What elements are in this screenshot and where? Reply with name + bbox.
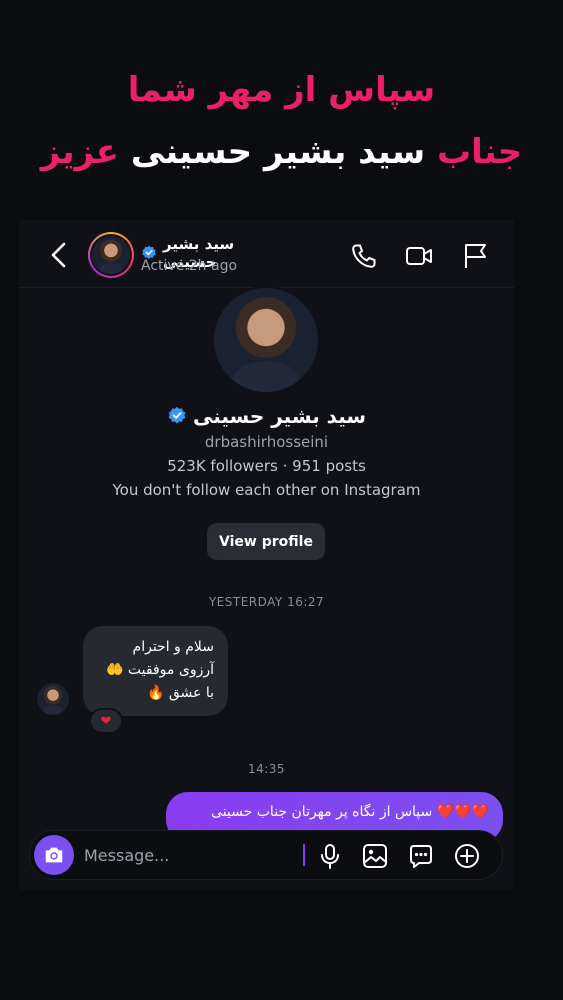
headline-line2: جناب سید بشیر حسینی عزیز — [0, 132, 563, 172]
microphone-icon[interactable] — [316, 842, 344, 870]
incoming-message[interactable]: سلام و احترام آرزوی موفقیت 🤲 با عشق 🔥 — [83, 626, 228, 716]
profile-stats: 523K followers · 951 posts — [167, 457, 366, 475]
header-avatar[interactable] — [88, 232, 134, 278]
incoming-line2: آرزوی موفقیت 🤲 — [106, 662, 214, 678]
view-profile-button[interactable]: View profile — [207, 523, 325, 560]
back-icon[interactable] — [47, 240, 71, 270]
headline-prefix: جناب — [436, 132, 523, 172]
incoming-line3: با عشق 🔥 — [146, 685, 214, 701]
flag-icon[interactable] — [461, 242, 489, 270]
headline-line1: سپاس از مهر شما — [127, 70, 436, 110]
dm-screen: سید بشیر حسینی Active 2h ago سید بشیر حس… — [19, 220, 514, 890]
message-input[interactable] — [84, 843, 284, 867]
profile-name: سید بشیر حسینی — [19, 404, 514, 428]
profile-name-text: سید بشیر حسینی — [192, 404, 367, 428]
sticker-icon[interactable] — [407, 842, 435, 870]
verified-icon — [168, 406, 186, 424]
gallery-icon[interactable] — [361, 842, 389, 870]
headline-name: سید بشیر حسینی — [130, 132, 426, 172]
chat-header: سید بشیر حسینی Active 2h ago — [19, 220, 514, 288]
video-icon[interactable] — [405, 242, 433, 270]
message-composer — [29, 830, 503, 880]
timestamp-today: 14:35 — [247, 762, 286, 776]
timestamp-yesterday: YESTERDAY 16:27 — [208, 595, 325, 609]
camera-button[interactable] — [34, 835, 74, 875]
camera-icon — [45, 847, 63, 863]
phone-icon[interactable] — [350, 242, 378, 270]
profile-handle: drbashirhosseini — [204, 433, 329, 451]
input-caret — [303, 844, 305, 866]
header-status: Active 2h ago — [141, 258, 238, 274]
follow-note: You don't follow each other on Instagram — [112, 481, 421, 499]
headline-suffix: عزیز — [40, 132, 119, 172]
incoming-line1: سلام و احترام — [132, 639, 214, 655]
outgoing-hearts: ❤️❤️❤️ — [436, 804, 489, 820]
outgoing-text: سپاس از نگاه پر مهرتان جناب حسینی — [211, 804, 433, 820]
plus-icon[interactable] — [453, 842, 481, 870]
sender-avatar[interactable] — [37, 683, 69, 715]
profile-avatar[interactable] — [212, 286, 320, 394]
heart-reaction[interactable]: ❤ — [89, 708, 123, 734]
